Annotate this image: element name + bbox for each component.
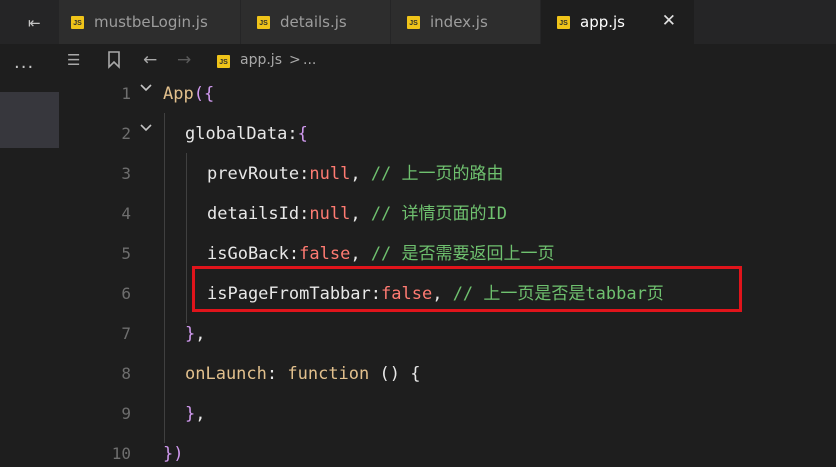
- code-token: }: [185, 324, 196, 344]
- code-comment: // 详情页面的ID: [370, 204, 507, 224]
- code-token: ,: [350, 164, 371, 184]
- close-tab-icon[interactable]: ✕: [662, 12, 676, 30]
- tab-label: details.js: [280, 13, 347, 31]
- js-file-icon: JS: [557, 15, 570, 29]
- code-token: :: [288, 244, 300, 264]
- fold-chevron-icon[interactable]: [139, 117, 153, 146]
- code-token: }): [163, 444, 184, 464]
- code-line: globalData:{: [185, 123, 308, 145]
- js-file-icon: JS: [257, 15, 270, 29]
- line-number: 2: [121, 124, 131, 143]
- code-token: function: [287, 364, 370, 384]
- more-actions-icon[interactable]: ...: [14, 54, 34, 72]
- code-token: ,: [350, 204, 371, 224]
- indent-guide: [164, 113, 165, 443]
- forward-arrow-icon[interactable]: →: [177, 51, 191, 69]
- tab-label: index.js: [430, 13, 488, 31]
- activity-panel-item[interactable]: [0, 92, 59, 148]
- line-number: 4: [121, 204, 131, 223]
- code-line: onLaunch: function () {: [185, 363, 420, 385]
- code-token: ,: [195, 404, 206, 424]
- js-file-icon: JS: [71, 15, 84, 29]
- breadcrumb-more[interactable]: ...: [303, 51, 316, 69]
- code-token: onLaunch: [185, 364, 267, 384]
- activity-top: ⇤: [0, 0, 59, 44]
- code-token: {: [297, 124, 308, 144]
- activity-bar: ⇤ ...: [0, 0, 59, 467]
- line-number: 8: [121, 364, 131, 383]
- line-number: 9: [121, 404, 131, 423]
- code-line: App({: [163, 83, 214, 105]
- code-token: prevRoute: [207, 164, 300, 184]
- breadcrumb-separator: >: [289, 52, 301, 68]
- breadcrumb-file[interactable]: JS app.js: [217, 51, 282, 69]
- tab-label: mustbeLogin.js: [94, 13, 208, 31]
- js-file-icon: JS: [407, 15, 420, 29]
- line-number: 1: [121, 84, 131, 103]
- code-token: null: [309, 164, 351, 184]
- back-arrow-icon[interactable]: ←: [143, 51, 157, 69]
- tab-index[interactable]: JS index.js: [391, 0, 541, 44]
- code-token: null: [309, 204, 351, 224]
- code-token: :: [299, 164, 310, 184]
- line-number: 5: [121, 244, 131, 263]
- code-line: }): [163, 443, 183, 465]
- tab-label: app.js: [580, 13, 625, 31]
- tab-details[interactable]: JS details.js: [241, 0, 391, 44]
- collapse-sidebar-icon[interactable]: ⇤: [28, 14, 48, 32]
- code-token: :: [266, 364, 288, 384]
- code-token: :: [287, 124, 298, 144]
- highlight-annotation-box: [192, 266, 742, 312]
- breadcrumb: ☰ ← → JS app.js > ...: [59, 44, 836, 77]
- code-line: prevRoute:null, // 上一页的路由: [207, 163, 504, 185]
- tab-bar: JS mustbeLogin.js JS details.js JS index…: [59, 0, 836, 44]
- line-number: 3: [121, 164, 131, 183]
- list-icon[interactable]: ☰: [67, 51, 80, 69]
- code-token: ,: [350, 244, 371, 264]
- code-editor[interactable]: 1 2 3 4 5 6 7 8 9 10 App({ globalData:{ …: [59, 77, 836, 467]
- code-token: }: [185, 404, 196, 424]
- js-file-icon: JS: [217, 55, 230, 68]
- code-token: ,: [195, 324, 206, 344]
- bookmark-icon[interactable]: [107, 51, 121, 74]
- line-number: 10: [111, 444, 131, 463]
- tab-app[interactable]: JS app.js ✕: [541, 0, 695, 44]
- code-token: false: [299, 244, 351, 264]
- code-line: isGoBack:false, // 是否需要返回上一页: [207, 243, 555, 265]
- code-comment: // 是否需要返回上一页: [370, 244, 555, 264]
- breadcrumb-file-label: app.js: [240, 52, 282, 68]
- code-token: :: [299, 204, 310, 224]
- code-line: },: [185, 403, 206, 425]
- code-token: globalData: [185, 124, 288, 144]
- code-token: detailsId: [207, 204, 300, 224]
- fold-chevron-icon[interactable]: [139, 77, 153, 106]
- tab-mustbelogin[interactable]: JS mustbeLogin.js: [59, 0, 241, 44]
- code-token: ({: [193, 84, 215, 104]
- code-token: isGoBack: [207, 244, 289, 264]
- code-line: },: [185, 323, 206, 345]
- line-number: 7: [121, 324, 131, 343]
- code-token: () {: [369, 364, 421, 384]
- indent-guide: [186, 153, 187, 323]
- code-line: detailsId:null, // 详情页面的ID: [207, 203, 507, 225]
- code-comment: // 上一页的路由: [370, 164, 504, 184]
- code-token: App: [163, 84, 194, 104]
- line-number: 6: [121, 284, 131, 303]
